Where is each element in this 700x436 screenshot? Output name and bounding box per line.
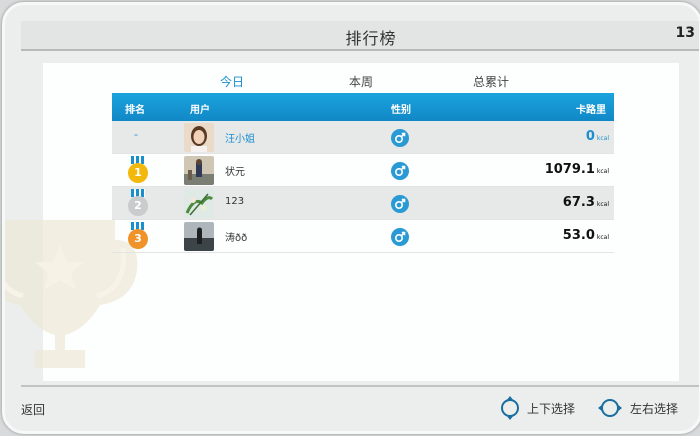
rank-value: - [134, 128, 138, 141]
table-row[interactable]: 2 123 67.3 kcal [112, 187, 614, 220]
user-name: 汪小姐 [225, 134, 255, 145]
corner-number: 13 [675, 25, 695, 41]
app-frame: 排行榜 13 今日 本周 总累计 排名 用户 性别 卡路里 - 汪小姐 0 kc… [2, 2, 700, 434]
col-gender: 性别 [391, 105, 411, 116]
calories-value: 67.3 kcal [562, 195, 609, 210]
calories-value: 0 kcal [585, 129, 609, 144]
table-row[interactable]: 1 状元 1079.1 kcal [112, 154, 614, 187]
calories-value: 1079.1 kcal [544, 162, 609, 177]
calories-value: 53.0 kcal [562, 228, 609, 243]
col-calories: 卡路里 [576, 105, 606, 116]
silver-medal-icon: 2 [126, 189, 150, 217]
male-icon [391, 162, 409, 180]
male-icon [391, 228, 409, 246]
col-rank: 排名 [125, 105, 145, 116]
leftright-arrows-icon [598, 399, 622, 417]
user-name: 123 [225, 196, 245, 207]
period-tabs: 今日 本周 总累计 [220, 73, 540, 89]
tab-today[interactable]: 今日 [220, 73, 244, 90]
table-header: 排名 用户 性别 卡路里 [112, 93, 614, 121]
avatar [184, 189, 214, 218]
gold-medal-icon: 1 [126, 156, 150, 184]
footer-divider [21, 385, 699, 387]
page-title: 排行榜 [345, 29, 397, 48]
user-name: 状元 [225, 167, 245, 178]
col-user: 用户 [190, 105, 210, 116]
leaderboard-table: 排名 用户 性别 卡路里 - 汪小姐 0 kcal 1 状元 1079.1 kc… [112, 93, 614, 253]
tab-week[interactable]: 本周 [349, 73, 373, 90]
avatar [184, 123, 214, 152]
table-row[interactable]: - 汪小姐 0 kcal [112, 121, 614, 154]
male-icon [391, 195, 409, 213]
table-row[interactable]: 3 涛ðð 53.0 kcal [112, 220, 614, 253]
header-bar: 排行榜 [21, 21, 699, 51]
avatar [184, 156, 214, 185]
bronze-medal-icon: 3 [126, 222, 150, 250]
tab-total[interactable]: 总累计 [473, 73, 509, 90]
avatar [184, 222, 214, 251]
male-icon [391, 129, 409, 147]
user-name: 涛ðð [225, 233, 248, 244]
back-button[interactable]: 返回 [21, 401, 45, 418]
leftright-hint: 左右选择 [630, 402, 679, 416]
updown-hint: 上下选择 [527, 402, 576, 416]
updown-arrows-icon [501, 396, 519, 420]
